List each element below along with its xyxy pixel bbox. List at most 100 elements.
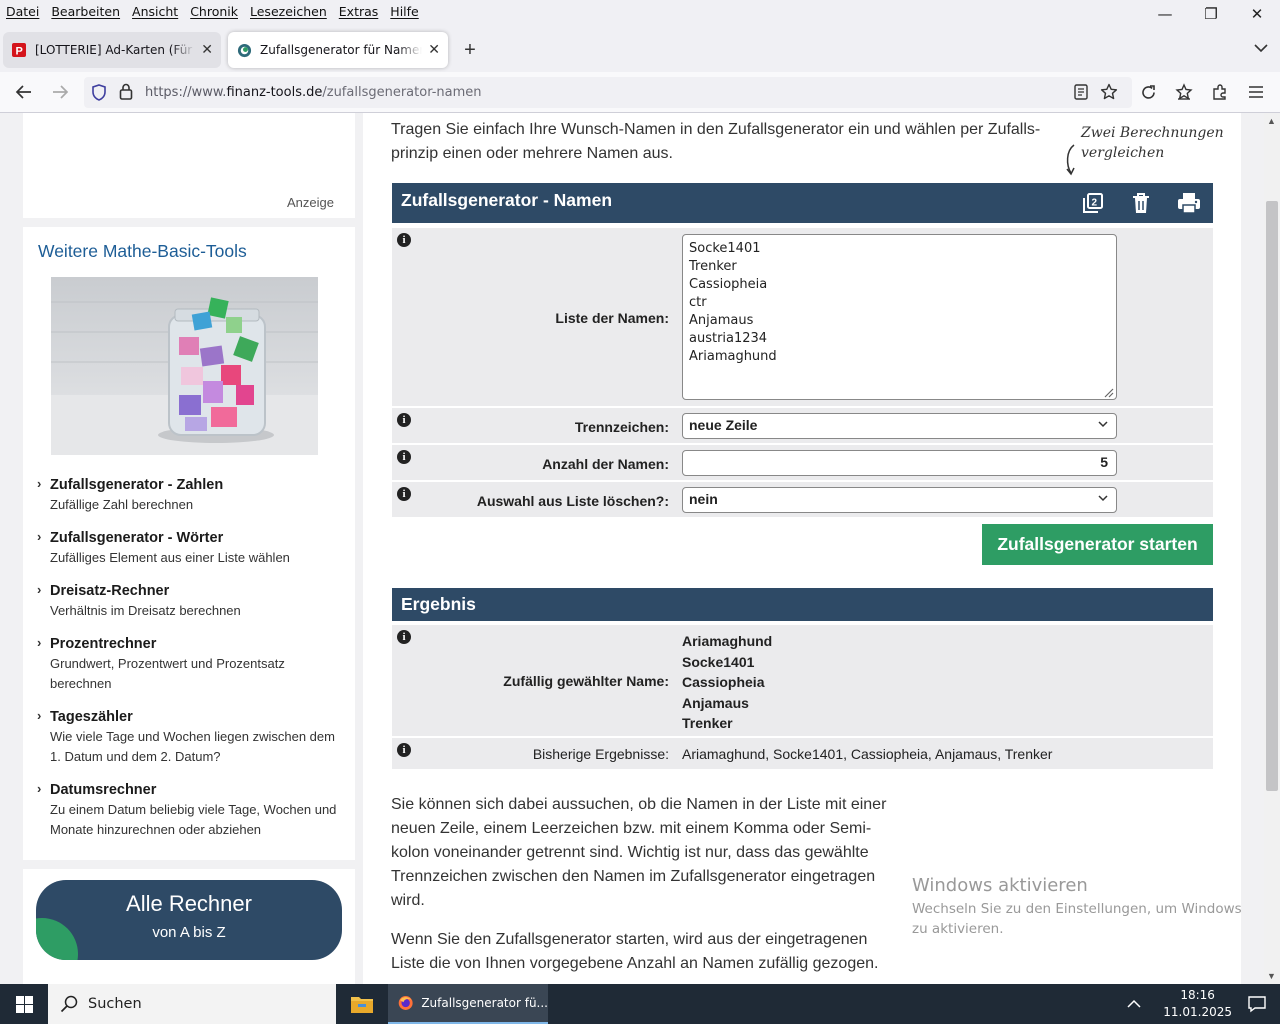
- tab-bar: P [LOTTERIE] Ad-Karten (Für 5 Gu ✕ Zufal…: [0, 28, 1280, 72]
- notifications-icon[interactable]: [1248, 995, 1266, 1013]
- tool-title[interactable]: Zufallsgenerator - Zahlen: [50, 475, 337, 495]
- info-icon[interactable]: i: [397, 487, 411, 501]
- extensions-puzzle-icon[interactable]: [1208, 80, 1232, 104]
- watermark-text: Wechseln Sie zu den Einstellungen, um Wi…: [912, 901, 1242, 937]
- tool-title[interactable]: Datumsrechner: [50, 780, 337, 800]
- chevron-right-icon: ›: [37, 476, 42, 491]
- main-content: Tragen Sie einfach Ihre Wunsch-Namen in …: [363, 113, 1241, 984]
- menu-chronik[interactable]: Chronik: [184, 4, 244, 19]
- print-icon[interactable]: [1177, 191, 1201, 215]
- windows-taskbar: Suchen Zufallsgenerator fü... 18:16 11.0…: [0, 984, 1280, 1024]
- hamburger-menu-icon[interactable]: [1244, 80, 1268, 104]
- scroll-up-icon[interactable]: ▲: [1267, 116, 1276, 126]
- chosen-name-label: Zufällig gewählter Name:: [503, 673, 669, 689]
- trash-icon[interactable]: [1129, 191, 1153, 215]
- separator-select[interactable]: neue Zeile: [682, 413, 1117, 439]
- taskbar-search-box[interactable]: Suchen: [48, 984, 336, 1024]
- all-calculators-button[interactable]: Alle Rechner von A bis Z: [36, 880, 342, 960]
- list-item[interactable]: › Dreisatz-Rechner Verhältnis im Dreisat…: [37, 581, 337, 621]
- firefox-icon: [398, 996, 413, 1010]
- list-item[interactable]: › Zufallsgenerator - Wörter Zufälliges E…: [37, 528, 337, 568]
- url-text[interactable]: https://www.finanz-tools.de/zufallsgener…: [145, 85, 482, 100]
- names-row: i Liste der Namen: Socke1401 Trenker Cas…: [392, 228, 1213, 406]
- all-calculators-title: Alle Rechner: [126, 891, 252, 916]
- clock-date: 11.01.2025: [1163, 1005, 1232, 1019]
- reader-view-icon[interactable]: [1074, 84, 1088, 103]
- info-icon[interactable]: i: [397, 630, 411, 644]
- tool-subtitle: Verhältnis im Dreisatz berechnen: [50, 603, 241, 618]
- lock-icon[interactable]: [119, 83, 133, 103]
- all-calculators-subtitle: von A bis Z: [152, 924, 226, 941]
- tracking-protection-shield-icon[interactable]: [91, 84, 107, 104]
- tool-title[interactable]: Zufallsgenerator - Wörter: [50, 528, 337, 548]
- list-item[interactable]: › Zufallsgenerator - Zahlen Zufällige Za…: [37, 475, 337, 515]
- chosen-names-list: Ariamaghund Socke1401 Cassiopheia Anjama…: [682, 631, 772, 734]
- page-scrollbar[interactable]: ▲ ▼: [1264, 113, 1280, 984]
- tool-title[interactable]: Prozentrechner: [50, 634, 337, 654]
- forward-button[interactable]: [48, 80, 72, 104]
- chevron-right-icon: ›: [37, 529, 42, 544]
- tab-zufallsgenerator[interactable]: Zufallsgenerator für Namen - für ✕: [228, 32, 448, 68]
- separator-row: i Trennzeichen: neue Zeile: [392, 408, 1213, 443]
- start-generator-button[interactable]: Zufallsgenerator starten: [982, 524, 1213, 565]
- tool-subtitle: Zufälliges Element aus einer Liste wähle…: [50, 550, 290, 565]
- svg-text:P: P: [16, 46, 23, 58]
- close-tab-icon[interactable]: ✕: [428, 42, 440, 58]
- file-explorer-icon[interactable]: [338, 984, 386, 1024]
- intro-text: Tragen Sie einfach Ihre Wunsch-Namen in …: [391, 121, 1041, 162]
- copy-icon[interactable]: 2: [1081, 191, 1105, 215]
- tab-lotterie[interactable]: P [LOTTERIE] Ad-Karten (Für 5 Gu ✕: [3, 32, 221, 68]
- chosen-name-row: i Zufällig gewählter Name: Ariamaghund S…: [392, 625, 1213, 736]
- info-icon[interactable]: i: [397, 450, 411, 464]
- info-icon[interactable]: i: [397, 413, 411, 427]
- menu-datei[interactable]: Datei: [0, 4, 45, 19]
- generator-toolbar: 2: [1081, 191, 1201, 215]
- new-tab-button[interactable]: +: [458, 36, 482, 64]
- chevron-right-icon: ›: [37, 708, 42, 723]
- tool-title[interactable]: Tageszähler: [50, 707, 337, 727]
- tools-list: › Zufallsgenerator - Zahlen Zufällige Za…: [37, 475, 337, 853]
- taskbar-clock[interactable]: 18:16 11.01.2025: [1163, 987, 1232, 1021]
- count-input[interactable]: 5: [682, 450, 1117, 476]
- menu-ansicht[interactable]: Ansicht: [126, 4, 184, 19]
- resize-handle-icon[interactable]: [1102, 386, 1114, 398]
- tool-title[interactable]: Dreisatz-Rechner: [50, 581, 337, 601]
- scrollbar-thumb[interactable]: [1266, 201, 1278, 791]
- taskbar-firefox-window[interactable]: Zufallsgenerator fü...: [388, 984, 548, 1024]
- curved-arrow-icon: [1066, 144, 1075, 176]
- menu-bearbeiten[interactable]: Bearbeiten: [45, 4, 126, 19]
- restore-button[interactable]: ❐: [1188, 0, 1234, 28]
- scroll-down-icon[interactable]: ▼: [1267, 971, 1276, 981]
- compare-link[interactable]: Zwei Berechnungen vergleichen: [1081, 123, 1226, 163]
- menu-lesezeichen[interactable]: Lesezeichen: [244, 4, 333, 19]
- menu-extras[interactable]: Extras: [333, 4, 385, 19]
- back-button[interactable]: [12, 80, 36, 104]
- list-item[interactable]: › Datumsrechner Zu einem Datum beliebig …: [37, 780, 337, 840]
- reload-button[interactable]: [1136, 80, 1160, 104]
- chosen-name: Ariamaghund: [682, 633, 773, 649]
- sidebar-heading[interactable]: Weitere Mathe-Basic-Tools: [38, 241, 247, 262]
- list-item[interactable]: › Prozentrechner Grundwert, Prozentwert …: [37, 634, 337, 694]
- bookmark-star-icon[interactable]: [1100, 83, 1118, 104]
- chosen-name: Anjamaus: [682, 694, 749, 711]
- minimize-button[interactable]: —: [1142, 0, 1188, 28]
- show-hidden-icons-icon[interactable]: [1127, 999, 1141, 1009]
- names-label: Liste der Namen:: [555, 310, 669, 326]
- names-textarea[interactable]: Socke1401 Trenker Cassiopheia ctr Anjama…: [682, 234, 1117, 400]
- chosen-name: Trenker: [682, 715, 733, 732]
- info-icon[interactable]: i: [397, 233, 411, 247]
- windows-activation-watermark: Windows aktivieren Wechseln Sie zu den E…: [912, 875, 1242, 939]
- menu-hilfe[interactable]: Hilfe: [384, 4, 424, 19]
- info-icon[interactable]: i: [397, 743, 411, 757]
- watermark-title: Windows aktivieren: [912, 875, 1088, 896]
- windows-start-icon[interactable]: [0, 984, 48, 1024]
- list-all-tabs-icon[interactable]: [1254, 40, 1268, 56]
- close-window-button[interactable]: ✕: [1234, 0, 1280, 28]
- delete-selection-select[interactable]: nein: [682, 487, 1117, 513]
- close-tab-icon[interactable]: ✕: [201, 42, 213, 58]
- delete-selection-row: i Auswahl aus Liste löschen?: nein: [392, 482, 1213, 517]
- pocket-save-icon[interactable]: [1172, 80, 1196, 104]
- address-bar[interactable]: https://www.finanz-tools.de/zufallsgener…: [84, 77, 1132, 108]
- generator-header: Zufallsgenerator - Namen 2: [392, 183, 1213, 223]
- list-item[interactable]: › Tageszähler Wie viele Tage und Wochen …: [37, 707, 337, 767]
